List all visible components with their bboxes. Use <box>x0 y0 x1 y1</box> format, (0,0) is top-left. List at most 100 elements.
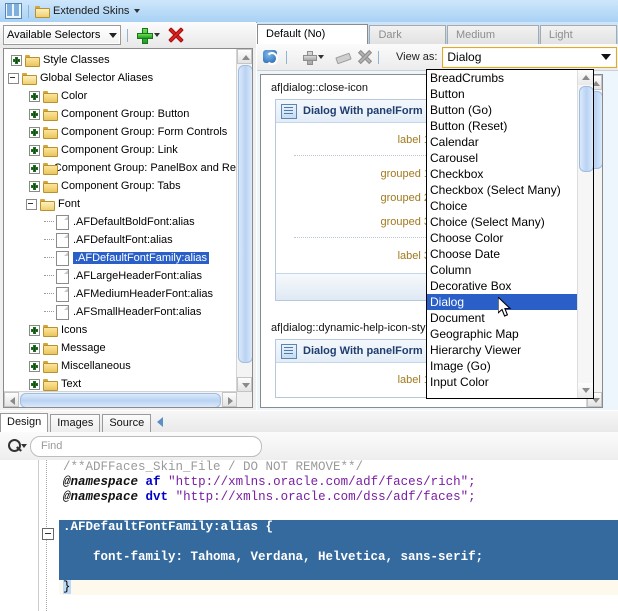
line-number-gutter <box>0 460 39 611</box>
code-comment: /**ADFFaces_Skin_File / DO NOT REMOVE**/ <box>63 460 363 474</box>
tree-item[interactable]: .AFDefaultFontFamily:alias <box>4 249 236 267</box>
expand-icon[interactable] <box>29 181 40 192</box>
dialog-form-icon <box>281 104 297 119</box>
tree-item[interactable]: Miscellaneous <box>4 357 236 375</box>
tree-vertical-scrollbar[interactable] <box>236 49 252 392</box>
available-selectors-combo[interactable]: Available Selectors <box>3 25 121 45</box>
collapse-icon[interactable] <box>8 73 19 84</box>
tree-item[interactable]: Icons <box>4 321 236 339</box>
tree-item[interactable]: Component Group: Form Controls <box>4 123 236 141</box>
scroll-right-button[interactable] <box>222 392 237 407</box>
source-code-text[interactable]: /**ADFFaces_Skin_File / DO NOT REMOVE**/… <box>59 460 618 611</box>
dropdown-item[interactable]: Button (Go) <box>427 102 578 118</box>
dropdown-item[interactable]: Calendar <box>427 134 578 150</box>
tree-item[interactable]: Component Group: Link <box>4 141 236 159</box>
tree-item[interactable]: .AFSmallHeaderFont:alias <box>4 303 236 321</box>
scroll-up-button[interactable] <box>237 49 252 64</box>
dropdown-item[interactable]: Input Color <box>427 374 578 390</box>
tree-item[interactable]: Message <box>4 339 236 357</box>
pencil-icon[interactable] <box>334 50 350 64</box>
tree-item[interactable]: .AFMediumHeaderFont:alias <box>4 285 236 303</box>
editor-tab-images[interactable]: Images <box>50 414 100 432</box>
dropdown-item[interactable]: Carousel <box>427 150 578 166</box>
expand-icon[interactable] <box>29 343 40 354</box>
tree-item[interactable]: Font <box>4 195 236 213</box>
chevron-down-icon[interactable] <box>134 9 140 13</box>
expand-icon[interactable] <box>29 361 40 372</box>
dropdown-item[interactable]: Choice <box>427 198 578 214</box>
expand-icon[interactable] <box>29 91 40 102</box>
dropdown-item[interactable]: Checkbox <box>427 166 578 182</box>
expand-icon[interactable] <box>29 109 40 120</box>
tree-item[interactable]: .AFDefaultFont:alias <box>4 231 236 249</box>
dropdown-item[interactable]: BreadCrumbs <box>427 70 578 86</box>
dropdown-scrollbar[interactable] <box>577 70 593 398</box>
tree-item[interactable]: Component Group: PanelBox and Re <box>4 159 236 177</box>
expand-icon[interactable] <box>11 55 22 66</box>
scroll-left-button[interactable] <box>4 392 19 407</box>
expand-icon[interactable] <box>29 145 40 156</box>
delete-gray-x-icon[interactable] <box>358 50 372 64</box>
collapse-icon[interactable] <box>26 199 37 210</box>
split-view-icon[interactable] <box>5 3 22 19</box>
tree-item[interactable]: .AFDefaultBoldFont:alias <box>4 213 236 231</box>
theme-tab-default-no-theme[interactable]: Default (No) Theme <box>257 24 368 44</box>
dropdown-item[interactable]: Column <box>427 262 578 278</box>
expand-icon[interactable] <box>29 379 40 390</box>
tree-item[interactable]: .AFLargeHeaderFont:alias <box>4 267 236 285</box>
view-as-dropdown-list[interactable]: BreadCrumbsButtonButton (Go)Button (Rese… <box>426 69 594 399</box>
scroll-down-button[interactable] <box>578 383 593 398</box>
dropdown-item[interactable]: Checkbox (Select Many) <box>427 182 578 198</box>
code-folding-column[interactable] <box>39 460 59 611</box>
selector-tree[interactable]: Style ClassesGlobal Selector Aliases Colo… <box>3 48 253 408</box>
tree-item-label: Color <box>61 90 87 102</box>
dropdown-item[interactable]: Decorative Box <box>427 278 578 294</box>
plus-gray-icon[interactable] <box>303 51 315 63</box>
folder-open-icon <box>40 198 54 210</box>
scroll-up-button[interactable] <box>578 70 593 85</box>
expand-icon[interactable] <box>29 325 40 336</box>
window-titlebar: Extended Skins <box>0 0 618 23</box>
scroll-thumb[interactable] <box>20 393 221 408</box>
editor-tab-source[interactable]: Source <box>102 414 151 432</box>
dropdown-item[interactable]: Choose Color <box>427 230 578 246</box>
folder-icon <box>43 126 57 138</box>
scroll-thumb[interactable] <box>238 65 253 363</box>
chevron-down-icon[interactable] <box>318 55 324 59</box>
dropdown-item[interactable]: Image (Go) <box>427 358 578 374</box>
search-icon[interactable] <box>6 437 28 455</box>
view-as-combo[interactable]: Dialog <box>442 47 617 68</box>
tree-item[interactable]: Global Selector Aliases <box>4 69 236 87</box>
expand-icon[interactable] <box>29 163 40 174</box>
tree-horizontal-scrollbar[interactable] <box>4 391 237 407</box>
scroll-down-button[interactable] <box>237 377 252 392</box>
collapse-block-button[interactable] <box>42 528 54 540</box>
editor-tab-design[interactable]: Design <box>0 413 48 432</box>
tab-overflow-arrow-icon[interactable] <box>157 417 163 427</box>
delete-red-x-icon[interactable] <box>168 27 184 43</box>
tree-item[interactable]: Component Group: Tabs <box>4 177 236 195</box>
expand-icon[interactable] <box>29 127 40 138</box>
dropdown-item[interactable]: Hierarchy Viewer <box>427 342 578 358</box>
tree-item[interactable]: Component Group: Button <box>4 105 236 123</box>
dropdown-item[interactable]: Geographic Map <box>427 326 578 342</box>
tree-item-label: Text <box>61 378 81 390</box>
dropdown-item[interactable]: Button <box>427 86 578 102</box>
scroll-thumb[interactable] <box>579 86 594 172</box>
find-input[interactable]: Find <box>30 436 262 457</box>
theme-tab-medium-theme[interactable]: Medium Theme <box>447 25 539 44</box>
chevron-down-icon[interactable] <box>21 444 27 448</box>
theme-tab-dark-theme[interactable]: Dark Theme <box>369 25 446 44</box>
refresh-icon[interactable] <box>262 49 280 65</box>
tree-item[interactable]: Style Classes <box>4 51 236 69</box>
dropdown-item[interactable]: Button (Reset) <box>427 118 578 134</box>
form-label: grouped 2 <box>380 192 430 204</box>
dropdown-item[interactable]: Choice (Select Many) <box>427 214 578 230</box>
tree-item[interactable]: Color <box>4 87 236 105</box>
source-editor[interactable]: /**ADFFaces_Skin_File / DO NOT REMOVE**/… <box>0 460 618 611</box>
plus-green-icon[interactable] <box>137 28 151 42</box>
theme-tab-light-theme[interactable]: Light Theme <box>540 25 617 44</box>
chevron-down-icon[interactable] <box>154 33 160 37</box>
selectors-toolbar: Available Selectors <box>0 22 256 48</box>
dropdown-item[interactable]: Choose Date <box>427 246 578 262</box>
